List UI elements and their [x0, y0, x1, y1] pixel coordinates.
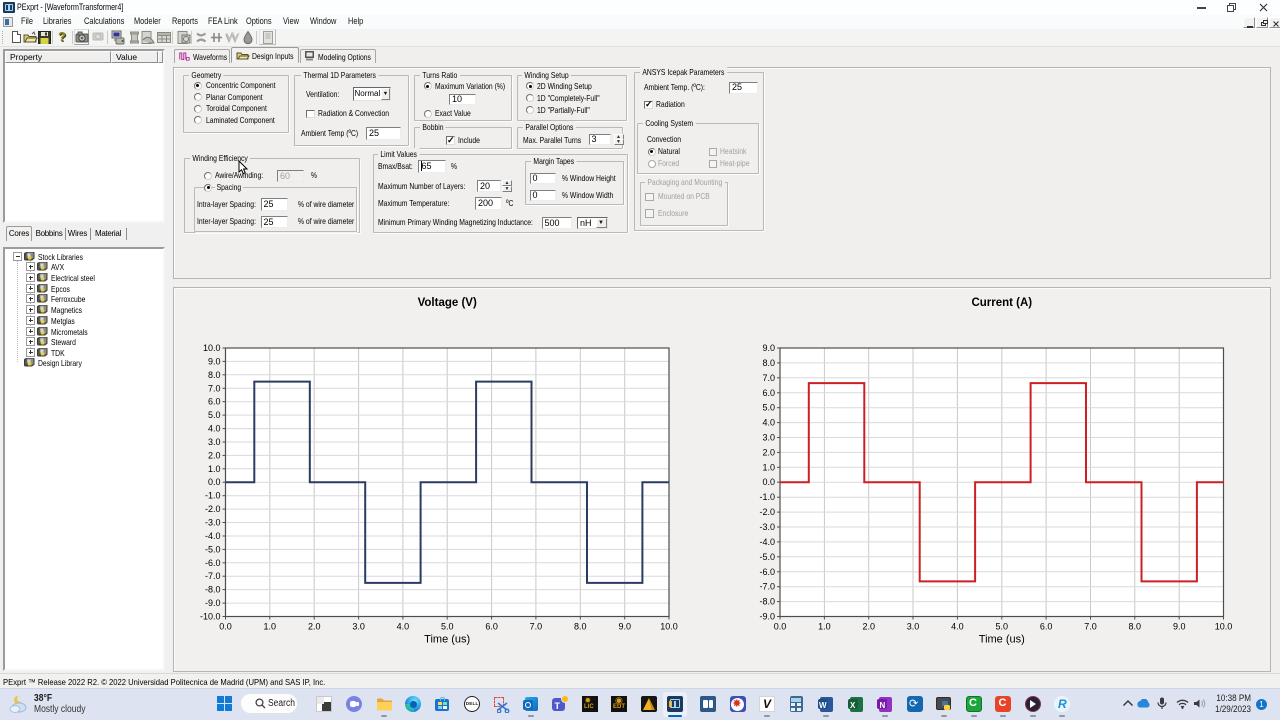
svg-text:3.0: 3.0	[352, 622, 365, 632]
svg-text:-10.0: -10.0	[200, 612, 221, 622]
svg-text:-4.0: -4.0	[205, 531, 221, 541]
svg-text:7.0: 7.0	[1084, 622, 1097, 632]
svg-text:-9.0: -9.0	[205, 598, 221, 608]
svg-text:10.0: 10.0	[1215, 622, 1233, 632]
svg-text:-4.0: -4.0	[759, 537, 775, 547]
svg-text:2.0: 2.0	[862, 622, 875, 632]
svg-text:9.0: 9.0	[618, 622, 631, 632]
svg-text:9.0: 9.0	[1173, 622, 1186, 632]
svg-text:9.0: 9.0	[762, 343, 775, 353]
svg-text:-3.0: -3.0	[759, 522, 775, 532]
svg-text:-6.0: -6.0	[759, 567, 775, 577]
svg-text:-2.0: -2.0	[205, 504, 221, 514]
svg-text:4.0: 4.0	[762, 418, 775, 428]
svg-text:4.0: 4.0	[951, 622, 964, 632]
svg-text:-7.0: -7.0	[205, 571, 221, 581]
svg-text:8.0: 8.0	[574, 622, 587, 632]
svg-text:1.0: 1.0	[818, 622, 831, 632]
svg-text:-5.0: -5.0	[205, 544, 221, 554]
svg-text:5.0: 5.0	[762, 403, 775, 413]
svg-text:1.0: 1.0	[264, 622, 277, 632]
svg-text:2.0: 2.0	[762, 447, 775, 457]
svg-text:3.0: 3.0	[762, 433, 775, 443]
svg-text:1.0: 1.0	[762, 462, 775, 472]
svg-text:2.0: 2.0	[308, 622, 321, 632]
svg-text:7.0: 7.0	[208, 383, 221, 393]
svg-text:0.0: 0.0	[208, 477, 221, 487]
svg-text:Current (A): Current (A)	[971, 297, 1032, 309]
svg-text:4.0: 4.0	[208, 424, 221, 434]
svg-text:0.0: 0.0	[774, 622, 787, 632]
svg-text:Voltage (V): Voltage (V)	[418, 297, 477, 309]
svg-text:6.0: 6.0	[762, 388, 775, 398]
svg-text:4.0: 4.0	[397, 622, 410, 632]
svg-text:-2.0: -2.0	[759, 507, 775, 517]
svg-text:6.0: 6.0	[1040, 622, 1053, 632]
svg-text:-8.0: -8.0	[205, 585, 221, 595]
svg-text:-8.0: -8.0	[759, 597, 775, 607]
svg-text:3.0: 3.0	[907, 622, 920, 632]
svg-text:6.0: 6.0	[208, 397, 221, 407]
svg-text:10.0: 10.0	[203, 343, 221, 353]
svg-text:Time (us): Time (us)	[424, 634, 470, 646]
svg-text:Time (us): Time (us)	[979, 634, 1025, 646]
svg-text:-7.0: -7.0	[759, 582, 775, 592]
svg-text:3.0: 3.0	[208, 437, 221, 447]
svg-text:-9.0: -9.0	[759, 612, 775, 622]
svg-text:0.0: 0.0	[219, 622, 232, 632]
svg-text:8.0: 8.0	[1129, 622, 1142, 632]
svg-text:8.0: 8.0	[762, 358, 775, 368]
svg-text:-1.0: -1.0	[205, 491, 221, 501]
svg-text:9.0: 9.0	[208, 356, 221, 366]
svg-text:10.0: 10.0	[660, 622, 678, 632]
svg-text:5.0: 5.0	[208, 410, 221, 420]
svg-text:1.0: 1.0	[208, 464, 221, 474]
svg-text:7.0: 7.0	[762, 373, 775, 383]
svg-text:-5.0: -5.0	[759, 552, 775, 562]
svg-text:5.0: 5.0	[996, 622, 1009, 632]
svg-text:6.0: 6.0	[485, 622, 498, 632]
svg-text:-3.0: -3.0	[205, 518, 221, 528]
svg-text:-6.0: -6.0	[205, 558, 221, 568]
svg-text:2.0: 2.0	[208, 450, 221, 460]
svg-text:8.0: 8.0	[208, 370, 221, 380]
svg-text:0.0: 0.0	[762, 477, 775, 487]
svg-text:-1.0: -1.0	[759, 492, 775, 502]
svg-text:5.0: 5.0	[441, 622, 454, 632]
svg-text:7.0: 7.0	[530, 622, 543, 632]
